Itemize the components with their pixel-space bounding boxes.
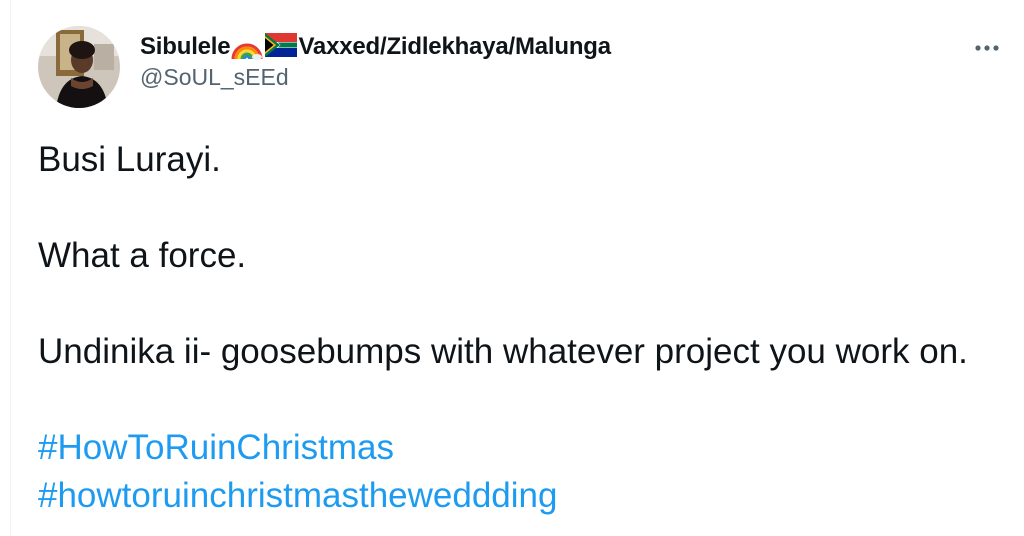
- rainbow-emoji-icon: [231, 33, 263, 61]
- user-handle[interactable]: @SoUL_sEEd: [140, 64, 611, 91]
- tweet-header: Sibulele Vaxxed/Zidlekhaya/Malunga @SoUL…: [140, 30, 611, 91]
- tweet-text: Busi Lurayi. What a force. Undinika ii- …: [38, 136, 998, 520]
- display-name-row[interactable]: Sibulele Vaxxed/Zidlekhaya/Malunga: [140, 30, 611, 64]
- tweet-paragraph: Undinika ii- goosebumps with whatever pr…: [38, 332, 968, 371]
- tweet-card: Sibulele Vaxxed/Zidlekhaya/Malunga @SoUL…: [0, 0, 1024, 536]
- hashtag-link[interactable]: #HowToRuinChristmas: [38, 424, 998, 472]
- timeline-border: [10, 0, 11, 536]
- avatar[interactable]: [38, 26, 120, 108]
- south-africa-flag-icon: [265, 33, 298, 61]
- display-name-end: Vaxxed/Zidlekhaya/Malunga: [298, 33, 611, 60]
- more-options-button[interactable]: [970, 36, 1004, 60]
- tweet-paragraph: Busi Lurayi.: [38, 140, 221, 179]
- more-horizontal-icon: [975, 45, 999, 51]
- tweet-paragraph: What a force.: [38, 236, 247, 275]
- hashtag-link[interactable]: #howtoruinchristmastheweddding: [38, 472, 998, 520]
- display-name-start: Sibulele: [140, 33, 231, 60]
- avatar-image: [38, 26, 120, 108]
